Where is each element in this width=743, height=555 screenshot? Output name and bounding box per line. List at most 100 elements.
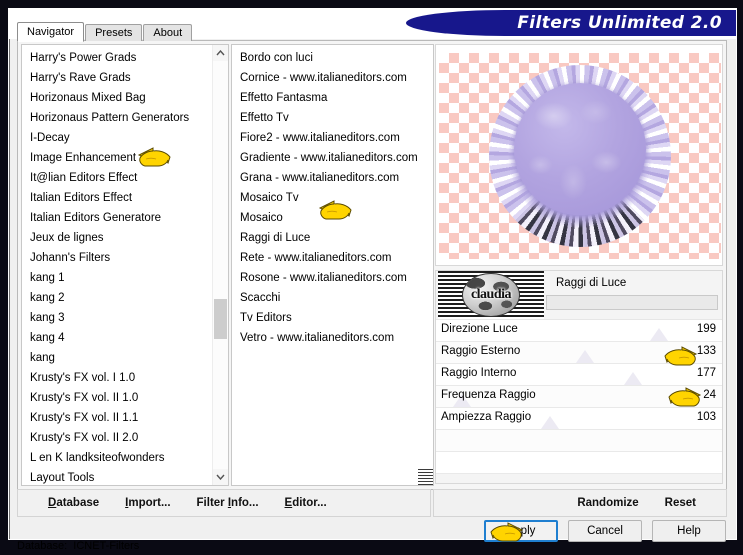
category-list-item[interactable]: kang: [28, 348, 212, 368]
slider-label: Frequenza Raggio: [441, 389, 536, 401]
filter-list-item[interactable]: Vetro - www.italianeditors.com: [238, 328, 417, 348]
slider-row[interactable]: Raggio Esterno 133: [436, 342, 722, 364]
resize-grip-icon[interactable]: [418, 469, 433, 485]
filter-list-item[interactable]: Scacchi: [238, 288, 417, 308]
filter-list-item[interactable]: Raggi di Luce: [238, 228, 417, 248]
editor-button[interactable]: Editor...: [285, 497, 327, 509]
category-list-item[interactable]: It@lian Editors Effect: [28, 168, 212, 188]
category-list-item[interactable]: Krusty's FX vol. I 1.0: [28, 368, 212, 388]
category-list-item[interactable]: Italian Editors Effect: [28, 188, 212, 208]
filter-list-item[interactable]: Cornice - www.italianeditors.com: [238, 68, 417, 88]
slider-label: Direzione Luce: [441, 323, 518, 335]
category-list-item[interactable]: Horizonaus Mixed Bag: [28, 88, 212, 108]
filter-list-item[interactable]: Gradiente - www.italianeditors.com: [238, 148, 417, 168]
slider-thumb[interactable]: [541, 416, 560, 429]
app-banner: Filters Unlimited 2.0: [406, 10, 736, 36]
slider-label: Ampiezza Raggio: [441, 411, 532, 423]
apply-button[interactable]: Apply: [484, 520, 558, 542]
filter-list-items: Bordo con luci Cornice - www.italianedito…: [232, 48, 417, 348]
tab-presets[interactable]: Presets: [85, 24, 143, 41]
slider-track[interactable]: [436, 452, 722, 473]
app-title: Filters Unlimited 2.0: [517, 13, 722, 33]
category-list-item[interactable]: Harry's Power Grads: [28, 48, 212, 68]
transparency-checkerboard: [439, 53, 721, 259]
filter-list-item[interactable]: Mosaico: [238, 208, 417, 228]
database-value: ICNET-Filters: [73, 540, 140, 552]
logo-text: claudia: [470, 287, 512, 302]
slider-thumb[interactable]: [650, 328, 669, 341]
category-list-item[interactable]: Layout Tools: [28, 468, 212, 485]
slider-label: Raggio Interno: [441, 367, 517, 379]
category-list-item[interactable]: kang 4: [28, 328, 212, 348]
filter-list-item[interactable]: Mosaico Tv: [238, 188, 417, 208]
category-list-item[interactable]: kang 3: [28, 308, 212, 328]
filter-list-item[interactable]: Effetto Tv: [238, 108, 417, 128]
scroll-up-icon[interactable]: [213, 45, 228, 61]
filter-list-item-selected[interactable]: Raggi di Luce: [240, 232, 310, 244]
right-action-bar: Randomize Reset: [433, 489, 727, 517]
preview-panel[interactable]: [435, 44, 723, 266]
filter-info-button[interactable]: Filter Info...: [197, 497, 259, 509]
database-label: Database:: [17, 540, 68, 552]
filter-list-item[interactable]: Grana - www.italianeditors.com: [238, 168, 417, 188]
right-column: claudia Raggi di Luce Direzione Luce 199 R…: [435, 44, 723, 484]
filter-list-scrollbar[interactable]: [418, 45, 433, 485]
category-list-item[interactable]: Italian Editors Generatore: [28, 208, 212, 228]
category-list-item[interactable]: Image Enhancement: [28, 148, 212, 168]
category-list-item[interactable]: Krusty's FX vol. II 2.0: [28, 428, 212, 448]
category-list-item[interactable]: Horizonaus Pattern Generators: [28, 108, 212, 128]
category-list-item[interactable]: Jeux de lignes: [28, 228, 212, 248]
tab-about[interactable]: About: [143, 24, 193, 41]
database-button-rest: atabase: [56, 497, 100, 509]
parameters-panel: claudia Raggi di Luce Direzione Luce 199 R…: [435, 270, 723, 484]
help-button[interactable]: Help: [652, 520, 726, 542]
filter-list-item[interactable]: Fiore2 - www.italianeditors.com: [238, 128, 417, 148]
category-list-item[interactable]: I-Decay: [28, 128, 212, 148]
category-list-item[interactable]: Johann's Filters: [28, 248, 212, 268]
database-button[interactable]: Database: [48, 497, 99, 509]
scrollbar-thumb[interactable]: [214, 299, 227, 339]
reset-button[interactable]: Reset: [665, 497, 696, 509]
randomize-button[interactable]: Randomize: [577, 497, 638, 509]
parameter-progress-bar: [546, 295, 718, 310]
filter-list-item[interactable]: Tv Editors: [238, 308, 417, 328]
slider-thumb[interactable]: [575, 350, 594, 363]
slider-row[interactable]: Ampiezza Raggio 103: [436, 408, 722, 430]
category-list-item[interactable]: kang 2: [28, 288, 212, 308]
filter-list-item[interactable]: Effetto Fantasma: [238, 88, 417, 108]
category-list[interactable]: Harry's Power Grads Harry's Rave Grads Hor…: [21, 44, 229, 486]
preview-image: [489, 65, 671, 247]
slider-row[interactable]: Direzione Luce 199: [436, 320, 722, 342]
slider-label: Raggio Esterno: [441, 345, 521, 357]
scroll-down-icon[interactable]: [213, 469, 228, 485]
main-panel: Harry's Power Grads Harry's Rave Grads Hor…: [17, 40, 727, 490]
slider-rows: Direzione Luce 199 Raggio Esterno 133 Raggio…: [436, 320, 722, 474]
slider-row-empty[interactable]: [436, 430, 722, 452]
filters-unlimited-window: Filters Unlimited 2.0 Navigator Presets …: [0, 0, 743, 555]
globe-icon: claudia: [462, 273, 520, 317]
filter-info-button-rest: nfo...: [231, 497, 259, 509]
slider-row-empty[interactable]: [436, 452, 722, 474]
category-list-item[interactable]: Harry's Rave Grads: [28, 68, 212, 88]
cancel-button[interactable]: Cancel: [568, 520, 642, 542]
filter-list-item[interactable]: Rete - www.italianeditors.com: [238, 248, 417, 268]
slider-thumb[interactable]: [624, 372, 643, 385]
category-list-item[interactable]: kang 1: [28, 268, 212, 288]
category-list-item[interactable]: Krusty's FX vol. II 1.1: [28, 408, 212, 428]
slider-row[interactable]: Raggio Interno 177: [436, 364, 722, 386]
slider-row[interactable]: Frequenza Raggio 24: [436, 386, 722, 408]
slider-track[interactable]: [436, 430, 722, 451]
editor-button-rest: ditor...: [292, 497, 327, 509]
status-bar: Database: ICNET-Filters Filters: 4595: [17, 519, 139, 555]
filter-list[interactable]: Bordo con luci Cornice - www.italianedito…: [231, 44, 434, 486]
category-list-scrollbar[interactable]: [212, 45, 228, 485]
tab-navigator[interactable]: Navigator: [17, 22, 85, 42]
slider-value: 24: [703, 389, 716, 401]
slider-value: 103: [696, 411, 716, 423]
category-list-items: Harry's Power Grads Harry's Rave Grads Hor…: [22, 48, 212, 485]
category-list-item[interactable]: Krusty's FX vol. II 1.0: [28, 388, 212, 408]
filter-list-item[interactable]: Bordo con luci: [238, 48, 417, 68]
filter-list-item[interactable]: Rosone - www.italianeditors.com: [238, 268, 417, 288]
category-list-item[interactable]: L en K landksiteofwonders: [28, 448, 212, 468]
import-button[interactable]: Import...: [125, 497, 170, 509]
